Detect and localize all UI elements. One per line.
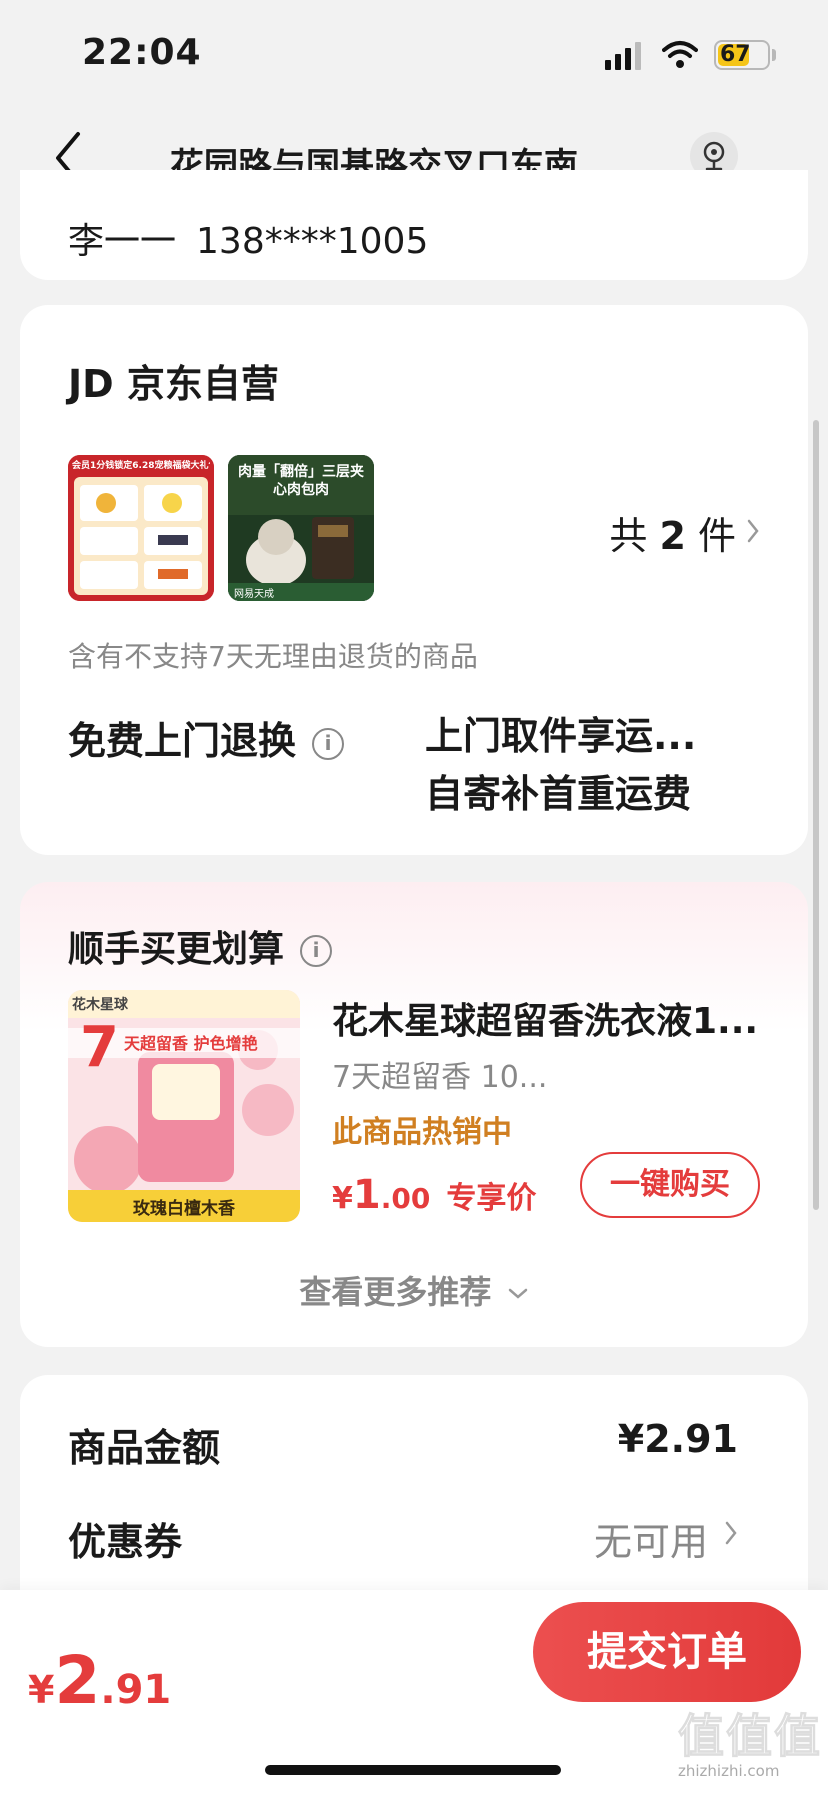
cellular-signal-icon xyxy=(605,42,641,70)
product-thumbnail[interactable]: 会员1分钱锁定6.28宠粮福袋大礼包 xyxy=(68,455,214,601)
recommend-title-text: 顺手买更划算 xyxy=(68,929,285,970)
chevron-down-icon xyxy=(508,1288,527,1299)
chevron-right-icon xyxy=(747,519,759,543)
self-ship-option[interactable]: 自寄补首重运费 xyxy=(425,763,691,818)
exclusive-price-tag: 专享价 xyxy=(446,1181,537,1216)
shop-name: JD 京东自营 xyxy=(68,362,279,406)
recipient-phone: 138****1005 xyxy=(196,221,429,262)
thumb2-brand: 网易天成 xyxy=(234,589,274,600)
coupon-label: 优惠券 xyxy=(68,1520,183,1564)
see-more-label: 查看更多推荐 xyxy=(299,1273,492,1311)
recommend-product-name[interactable]: 花木星球超留香洗衣液1... xyxy=(332,992,782,1044)
goods-amount-value: ¥2.91 xyxy=(617,1417,738,1461)
thumb1-caption: 会员1分钱锁定6.28宠粮福袋大礼包 xyxy=(72,461,210,471)
status-time: 22:04 xyxy=(82,32,202,73)
info-icon[interactable]: i xyxy=(300,935,333,967)
scrollbar[interactable] xyxy=(813,420,819,1210)
total-integer: 2 xyxy=(54,1642,101,1719)
price-currency: ¥ xyxy=(332,1181,353,1216)
see-more-recommendations[interactable]: 查看更多推荐 xyxy=(20,1267,808,1313)
product-thumbnail[interactable]: 肉量「翻倍」三层夹心肉包肉 网易天成 xyxy=(228,455,374,601)
recommend-product-image[interactable]: 7 天超留香 护色增艳 花木星球 玫瑰白檀木香 xyxy=(68,990,300,1222)
item-count-prefix: 共 xyxy=(609,514,648,558)
chevron-right-icon xyxy=(725,1521,737,1545)
thumb2-caption: 肉量「翻倍」三层夹心肉包肉 xyxy=(238,464,364,498)
item-count-number: 2 xyxy=(659,514,686,558)
recommendation-card: 顺手买更划算 i 7 天超留香 护色增艳 花木星球 玫瑰白檀木香 花木星球超留香洗… xyxy=(20,882,808,1347)
order-card: JD 京东自营 会员1分钱锁定6.28宠粮福袋大礼包 肉量「翻倍」三层夹心肉包肉… xyxy=(20,305,808,855)
address-card[interactable]: 李一一 138****1005 xyxy=(20,170,808,280)
wifi-icon xyxy=(662,41,698,68)
img-banner: 天超留香 护色增艳 xyxy=(124,1034,258,1053)
recommend-product-subtitle: 7天超留香 10... xyxy=(332,1060,548,1095)
recommend-title: 顺手买更划算 i xyxy=(68,920,333,972)
total-currency: ¥ xyxy=(28,1668,55,1712)
total-decimal: .91 xyxy=(100,1667,172,1713)
location-pin-icon xyxy=(703,141,725,171)
one-click-buy-button[interactable]: 一键购买 xyxy=(580,1152,760,1218)
battery-icon: 67 xyxy=(714,40,770,70)
coupon-value: 无可用 xyxy=(593,1520,708,1564)
total-price: ¥2.91 xyxy=(28,1642,171,1719)
watermark-url: zhizhizhi.com xyxy=(678,1762,780,1780)
coupon-row[interactable]: 优惠券 无可用 xyxy=(68,1511,738,1566)
submit-order-button[interactable]: 提交订单 xyxy=(533,1602,801,1702)
item-count[interactable]: 共 2 件 xyxy=(609,505,736,560)
pickup-option[interactable]: 上门取件享运... xyxy=(425,705,745,760)
recipient-name: 李一一 xyxy=(68,221,177,262)
goods-amount-label: 商品金额 xyxy=(68,1426,221,1470)
status-bar: 22:04 67 xyxy=(0,0,828,110)
recommend-price: ¥1.00 专享价 xyxy=(332,1172,536,1218)
info-icon[interactable]: i xyxy=(312,727,345,760)
recipient-line: 李一一 138****1005 xyxy=(68,212,428,264)
watermark-logo: 值值值 xyxy=(678,1709,822,1764)
img-caption: 玫瑰白檀木香 xyxy=(133,1199,235,1219)
return-notice: 含有不支持7天无理由退货的商品 xyxy=(68,640,478,673)
free-return-label: 免费上门退换 i xyxy=(68,710,345,765)
price-integer: 1 xyxy=(352,1172,381,1218)
img-big-number: 7 xyxy=(80,1015,119,1080)
hot-sale-label: 此商品热销中 xyxy=(332,1115,512,1150)
free-return-text: 免费上门退换 xyxy=(68,719,297,763)
product-image-gift-pack xyxy=(68,455,214,601)
home-indicator[interactable] xyxy=(265,1765,561,1775)
battery-cap xyxy=(772,49,776,61)
price-decimal: .00 xyxy=(380,1182,431,1215)
img-brand: 花木星球 xyxy=(72,997,128,1013)
item-count-suffix: 件 xyxy=(697,514,736,558)
goods-amount-row: 商品金额 ¥2.91 xyxy=(68,1417,738,1472)
battery-level: 67 xyxy=(720,42,751,67)
